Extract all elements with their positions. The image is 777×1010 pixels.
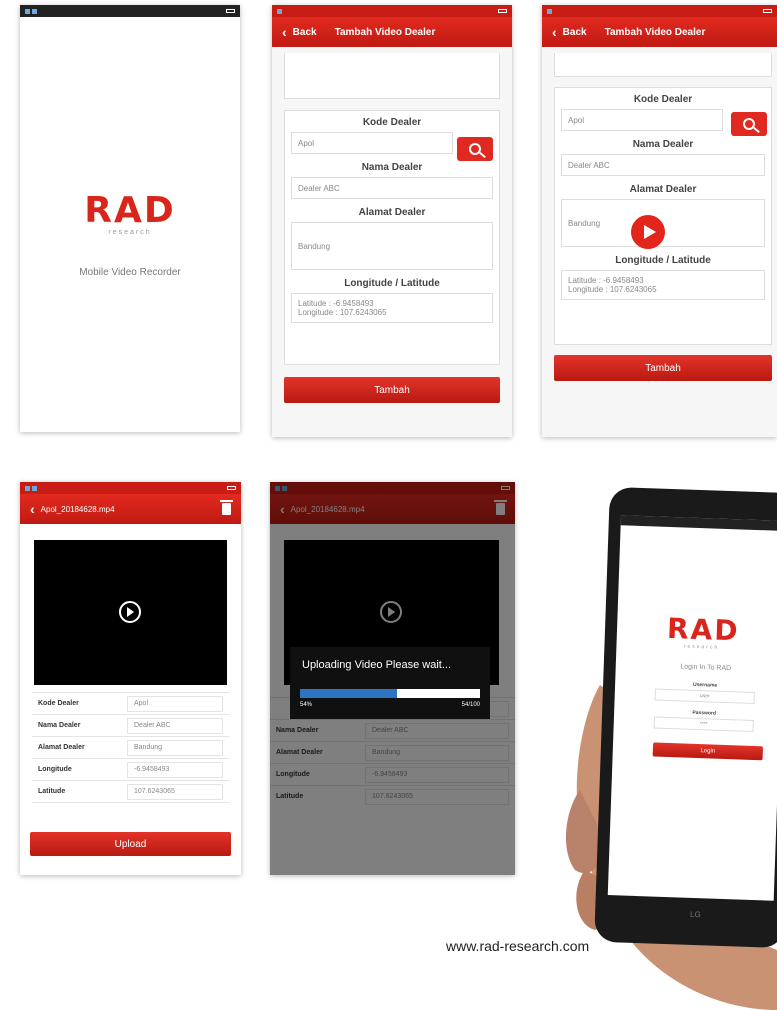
trash-icon[interactable] xyxy=(220,500,233,515)
row-key: Alamat Dealer xyxy=(38,744,85,751)
progress-count: 54/100 xyxy=(461,702,480,708)
website-url[interactable]: www.rad-research.com xyxy=(446,938,589,954)
search-icon xyxy=(469,143,481,155)
longitude-text: Longitude : 107.6243065 xyxy=(298,308,387,317)
phone-device: RAD research Login In To RAD Username us… xyxy=(594,486,777,949)
rad-logo: RAD xyxy=(84,190,176,231)
splash-screen: RAD research Mobile Video Recorder xyxy=(20,5,240,432)
username-input[interactable]: user xyxy=(654,688,755,704)
kode-dealer-title: Kode Dealer xyxy=(633,94,693,105)
latitude-text: Latitude : -6.9458493 xyxy=(568,276,644,285)
latitude-text: Latitude : -6.9458493 xyxy=(298,299,374,308)
back-chevron-icon[interactable]: ‹ xyxy=(30,501,35,517)
form-screen-2: ‹ Back Tambah Video Dealer Kode Dealer A… xyxy=(542,5,777,437)
status-bar xyxy=(20,5,240,17)
upload-progress-bar xyxy=(300,689,480,698)
rad-logo-sub: research xyxy=(108,229,152,236)
login-screen: RAD research Login In To RAD Username us… xyxy=(607,515,777,901)
play-video-icon[interactable] xyxy=(631,215,665,249)
video-detail-screen: ‹ Apol_20184628.mp4 Kode Dealer Apol Nam… xyxy=(20,482,241,875)
back-chevron-icon[interactable]: ‹ xyxy=(282,24,287,40)
kode-dealer-title: Kode Dealer xyxy=(362,117,422,128)
dialog-title: Uploading Video Please wait... xyxy=(302,659,452,671)
nama-dealer-title: Nama Dealer xyxy=(361,162,423,173)
location-field: Latitude : -6.9458493 Longitude : 107.62… xyxy=(561,270,765,300)
video-details-table: Kode Dealer Apol Nama Dealer Dealer ABC … xyxy=(32,692,229,803)
search-button[interactable] xyxy=(731,112,767,136)
alamat-dealer-title: Alamat Dealer xyxy=(629,184,697,195)
table-row: Nama Dealer Dealer ABC xyxy=(32,714,229,736)
row-value: Dealer ABC xyxy=(127,717,223,734)
row-value: 107.6243065 xyxy=(127,783,223,800)
back-button[interactable]: Back xyxy=(563,27,587,38)
row-key: Latitude xyxy=(38,788,66,795)
video-filename-title: Apol_20184628.mp4 xyxy=(40,504,115,514)
video-preview-card xyxy=(284,53,500,99)
back-chevron-icon[interactable]: ‹ xyxy=(552,24,557,40)
tambah-button[interactable]: Tambah xyxy=(554,355,772,381)
splash-tagline: Mobile Video Recorder xyxy=(79,267,181,278)
status-bar xyxy=(20,482,241,494)
progress-percent: 54% xyxy=(300,702,313,708)
upload-button[interactable]: Upload xyxy=(30,832,231,856)
nama-dealer-input[interactable]: Dealer ABC xyxy=(561,154,765,176)
longitude-text: Longitude : 107.6243065 xyxy=(568,285,657,294)
login-button[interactable]: Login xyxy=(652,742,764,761)
location-title: Longitude / Latitude xyxy=(615,255,711,266)
login-rad-logo: RAD xyxy=(666,611,741,648)
location-field: Latitude : -6.9458493 Longitude : 107.62… xyxy=(291,293,493,323)
login-logo-sub: research xyxy=(683,643,720,651)
form-screen-1: ‹ Back Tambah Video Dealer Kode Dealer A… xyxy=(272,5,512,437)
status-bar xyxy=(272,5,512,17)
row-value: Apol xyxy=(127,695,223,712)
upload-progress-fill xyxy=(300,689,398,698)
status-bar xyxy=(542,5,777,17)
table-row: Longitude -6.9458493 xyxy=(32,758,229,780)
form-card: Kode Dealer Apol Nama Dealer Dealer ABC … xyxy=(554,87,772,345)
video-player[interactable] xyxy=(34,540,227,685)
row-key: Nama Dealer xyxy=(38,722,81,729)
brand-logo: LG xyxy=(689,909,701,920)
table-row: Kode Dealer Apol xyxy=(32,692,229,714)
kode-dealer-input[interactable]: Apol xyxy=(291,132,453,154)
page-title: Tambah Video Dealer xyxy=(334,26,436,38)
row-value: Bandung xyxy=(127,739,223,756)
table-row: Alamat Dealer Bandung xyxy=(32,736,229,758)
uploading-screen: ‹ Apol_20184628.mp4 Nama DealerDealer AB… xyxy=(270,482,515,875)
form-card: Kode Dealer Apol Nama Dealer Dealer ABC … xyxy=(284,110,500,365)
app-bar: ‹ Back Tambah Video Dealer xyxy=(542,17,777,47)
page-title: Tambah Video Dealer xyxy=(604,26,706,38)
location-title: Longitude / Latitude xyxy=(344,278,440,289)
row-key: Longitude xyxy=(38,766,72,773)
password-input[interactable]: **** xyxy=(653,716,754,732)
nama-dealer-input[interactable]: Dealer ABC xyxy=(291,177,493,199)
search-icon xyxy=(743,118,755,130)
table-row: Latitude 107.6243065 xyxy=(32,780,229,802)
play-icon[interactable] xyxy=(119,601,141,623)
alamat-dealer-title: Alamat Dealer xyxy=(358,207,426,218)
kode-dealer-input[interactable]: Apol xyxy=(561,109,723,131)
row-value: -6.9458493 xyxy=(127,761,223,778)
video-preview-card xyxy=(554,53,772,77)
app-bar: ‹ Back Tambah Video Dealer xyxy=(272,17,512,47)
login-heading: Login In To RAD xyxy=(680,663,732,673)
tambah-button[interactable]: Tambah xyxy=(284,377,500,403)
alamat-dealer-input[interactable]: Bandung xyxy=(291,222,493,270)
status-bar xyxy=(620,515,777,532)
back-button[interactable]: Back xyxy=(293,27,317,38)
upload-progress-dialog: Uploading Video Please wait... 54% 54/10… xyxy=(290,647,490,719)
search-button[interactable] xyxy=(457,137,493,161)
app-bar: ‹ Apol_20184628.mp4 xyxy=(20,494,241,524)
row-key: Kode Dealer xyxy=(38,700,79,707)
nama-dealer-title: Nama Dealer xyxy=(632,139,694,150)
